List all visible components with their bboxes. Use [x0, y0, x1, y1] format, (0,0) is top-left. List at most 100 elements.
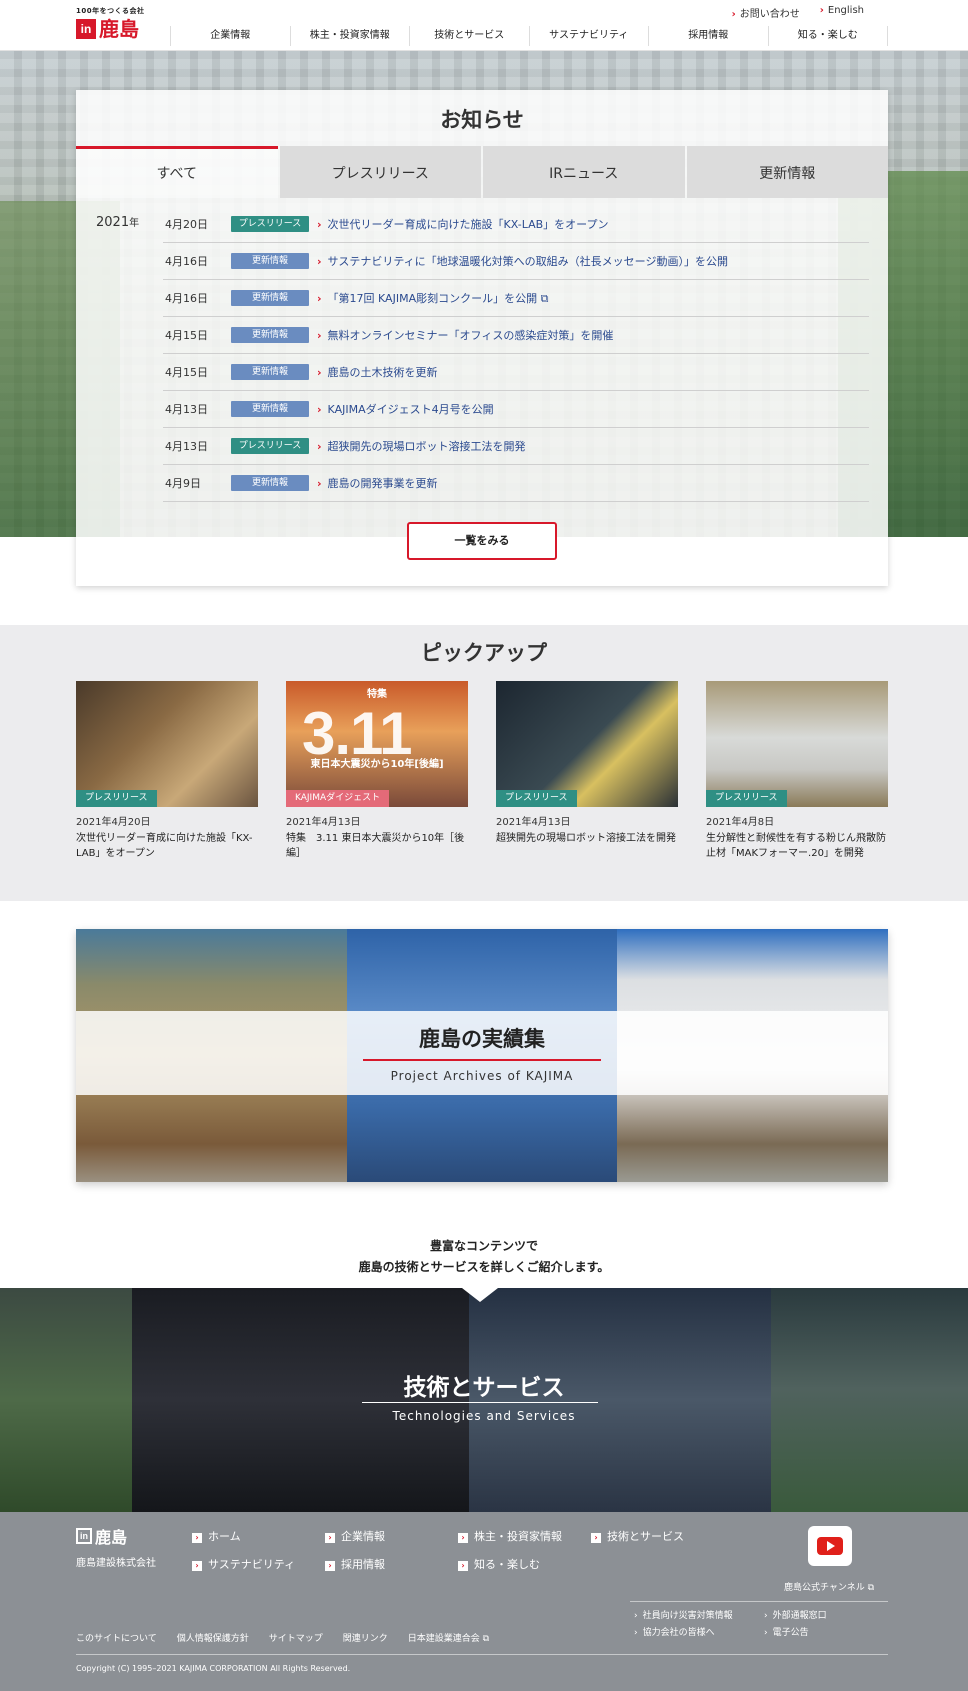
thumb-caption: 東日本大震災から10年[後編] — [310, 759, 444, 770]
news-date: 4月16日 — [165, 292, 208, 305]
pickup-card[interactable]: プレスリリース 2021年4月20日 次世代リーダー育成に向けた施設「KX-LA… — [76, 681, 258, 861]
chevron-right-icon: › — [317, 217, 322, 231]
nav-technology[interactable]: 技術とサービス — [409, 26, 529, 46]
news-link[interactable]: 鹿島の土木技術を更新 — [328, 364, 438, 380]
footer-link-partners[interactable]: › 協力会社の皆様へ — [634, 1625, 764, 1638]
global-nav: 企業情報 株主・投資家情報 技術とサービス サステナビリティ 採用情報 知る・楽… — [170, 26, 888, 46]
footer-link-sustainability[interactable]: › サステナビリティ — [192, 1556, 325, 1572]
chevron-right-icon: › — [591, 1533, 601, 1543]
news-date: 4月9日 — [165, 477, 201, 490]
chevron-right-icon: › — [458, 1533, 468, 1543]
view-all-button[interactable]: 一覧をみる — [407, 522, 557, 560]
contact-link[interactable]: › お問い合わせ — [732, 5, 800, 20]
footer-link-about[interactable]: このサイトについて — [76, 1631, 157, 1644]
footer-link-disaster[interactable]: › 社員向け災害対策情報 — [634, 1608, 764, 1621]
news-link[interactable]: 次世代リーダー育成に向けた施設「KX-LAB」をオープン — [328, 216, 609, 232]
chevron-right-icon: › — [764, 1611, 768, 1621]
english-link[interactable]: › English — [820, 5, 864, 20]
category-badge: KAJIMAダイジェスト — [286, 790, 390, 807]
chevron-right-icon: › — [731, 9, 736, 20]
nav-recruit[interactable]: 採用情報 — [648, 26, 768, 46]
nav-sustainability[interactable]: サステナビリティ — [528, 26, 649, 46]
tab-ir-news[interactable]: IRニュース — [483, 146, 685, 198]
nav-enjoy[interactable]: 知る・楽しむ — [767, 26, 888, 46]
pickup-image: プレスリリース — [76, 681, 258, 807]
kajima-logo[interactable]: 100年をつくる会社 in 鹿島 — [76, 6, 156, 42]
technology-banner[interactable]: 技術とサービス Technologies and Services — [0, 1288, 968, 1512]
pickup-date: 2021年4月13日 — [496, 817, 571, 828]
news-link[interactable]: 超狭開先の現場ロボット溶接工法を開発 — [328, 438, 526, 454]
footer-link-public-notice[interactable]: › 電子公告 — [764, 1625, 874, 1638]
footer-link-privacy[interactable]: 個人情報保護方針 — [177, 1631, 249, 1644]
news-badge: 更新情報 — [231, 290, 309, 306]
chevron-right-icon: › — [325, 1561, 335, 1571]
youtube-icon — [817, 1537, 843, 1555]
footer-link-corporate[interactable]: › 企業情報 — [325, 1528, 458, 1544]
chevron-right-icon: › — [317, 254, 322, 268]
chevron-right-icon: › — [192, 1561, 202, 1571]
category-badge: プレスリリース — [706, 790, 787, 807]
nav-ir[interactable]: 株主・投資家情報 — [289, 26, 410, 46]
pickup-card[interactable]: 特集 3.11 東日本大震災から10年[後編] KAJIMAダイジェスト 202… — [286, 681, 468, 861]
news-badge: 更新情報 — [231, 401, 309, 417]
footer-bottom-links: このサイトについて 個人情報保護方針 サイトマップ 関連リンク 日本建設業連合会… — [76, 1631, 489, 1644]
news-title: お知らせ — [440, 108, 524, 132]
footer-link-whistleblow[interactable]: › 外部通報窓口 — [764, 1608, 874, 1621]
pickup-title: ピックアップ — [421, 641, 547, 665]
news-link[interactable]: 鹿島の開発事業を更新 — [328, 475, 438, 491]
footer-link-nikkenren[interactable]: 日本建設業連合会 ⧉ — [408, 1631, 489, 1644]
chevron-right-icon: › — [192, 1533, 202, 1543]
footer-link-technology[interactable]: › 技術とサービス — [591, 1528, 724, 1544]
news-date: 4月15日 — [165, 329, 208, 342]
news-row[interactable]: 4月16日 更新情報 › サステナビリティに「地球温暖化対策への取組み（社長メッセージ… — [163, 243, 869, 280]
tab-all[interactable]: すべて — [76, 146, 278, 198]
news-row[interactable]: 4月15日 更新情報 › 鹿島の土木技術を更新 — [163, 354, 869, 391]
news-row[interactable]: 4月9日 更新情報 › 鹿島の開発事業を更新 — [163, 465, 869, 502]
pickup-title-text: 特集 3.11 東日本大震災から10年［後編］ — [286, 833, 465, 859]
news-date: 4月20日 — [165, 218, 208, 231]
footer-link-sitemap[interactable]: サイトマップ — [269, 1631, 323, 1644]
chevron-right-icon: › — [317, 328, 322, 342]
news-row[interactable]: 4月15日 更新情報 › 無料オンラインセミナー「オフィスの感染症対策」を開催 — [163, 317, 869, 354]
footer-logo[interactable]: in 鹿島 — [76, 1524, 127, 1548]
news-date: 4月13日 — [165, 403, 208, 416]
footer-link-ir[interactable]: › 株主・投資家情報 — [458, 1528, 591, 1544]
news-row[interactable]: 4月16日 更新情報 › 「第17回 KAJIMA彫刻コンクール」を公開 ⧉ — [163, 280, 869, 317]
footer-divider — [630, 1601, 888, 1602]
pickup-cards: プレスリリース 2021年4月20日 次世代リーダー育成に向けた施設「KX-LA… — [76, 681, 888, 861]
category-badge: プレスリリース — [496, 790, 577, 807]
footer-link-home[interactable]: › ホーム — [192, 1528, 325, 1544]
youtube-channel-link[interactable]: 鹿島公式チャンネル ⧉ — [784, 1580, 874, 1593]
project-archives-banner[interactable]: 鹿島の実績集 Project Archives of KAJIMA — [76, 929, 889, 1182]
chevron-right-icon: › — [317, 365, 322, 379]
pickup-title-text: 超狭開先の現場ロボット溶接工法を開発 — [496, 833, 676, 844]
pickup-card[interactable]: プレスリリース 2021年4月8日 生分解性と耐候性を有する粉じん飛散防止材「M… — [706, 681, 888, 861]
news-link[interactable]: 無料オンラインセミナー「オフィスの感染症対策」を開催 — [328, 327, 614, 343]
chevron-right-icon: › — [634, 1611, 638, 1621]
tab-press-release[interactable]: プレスリリース — [279, 146, 481, 198]
tab-updates[interactable]: 更新情報 — [686, 146, 888, 198]
news-badge: 更新情報 — [231, 475, 309, 491]
news-row[interactable]: 4月13日 プレスリリース › 超狭開先の現場ロボット溶接工法を開発 — [163, 428, 869, 465]
pickup-image: プレスリリース — [706, 681, 888, 807]
news-link[interactable]: KAJIMAダイジェスト4月号を公開 — [328, 401, 494, 417]
footer-link-related[interactable]: 関連リンク — [343, 1631, 388, 1644]
youtube-button[interactable] — [808, 1526, 852, 1566]
news-row[interactable]: 4月13日 更新情報 › KAJIMAダイジェスト4月号を公開 — [163, 391, 869, 428]
pickup-section: ピックアップ プレスリリース 2021年4月20日 次世代リーダー育成に向けた施… — [0, 625, 968, 901]
footer-link-recruit[interactable]: › 採用情報 — [325, 1556, 458, 1572]
pickup-card[interactable]: プレスリリース 2021年4月13日 超狭開先の現場ロボット溶接工法を開発 — [496, 681, 678, 861]
site-header: 100年をつくる会社 in 鹿島 › お問い合わせ › English 企業情報 株… — [0, 0, 968, 51]
news-link[interactable]: サステナビリティに「地球温暖化対策への取組み（社長メッセージ動画）」を公開 — [328, 253, 728, 269]
news-link[interactable]: 「第17回 KAJIMA彫刻コンクール」を公開 ⧉ — [328, 290, 549, 306]
news-row[interactable]: 4月20日 プレスリリース › 次世代リーダー育成に向けた施設「KX-LAB」をオープ… — [163, 206, 869, 243]
footer-sub-links: › 社員向け災害対策情報 › 外部通報窓口 › 協力会社の皆様へ › 電子公告 — [634, 1608, 874, 1638]
pickup-date: 2021年4月8日 — [706, 817, 775, 828]
nav-corporate[interactable]: 企業情報 — [170, 26, 290, 46]
footer-links: › ホーム › 企業情報 › 株主・投資家情報 › 技術とサービス › サステナビリティ … — [192, 1528, 732, 1572]
footer-link-enjoy[interactable]: › 知る・楽しむ — [458, 1556, 591, 1572]
news-date: 4月15日 — [165, 366, 208, 379]
archives-divider — [363, 1059, 601, 1061]
chevron-right-icon: › — [317, 476, 322, 490]
archives-subtitle: Project Archives of KAJIMA — [390, 1069, 574, 1083]
